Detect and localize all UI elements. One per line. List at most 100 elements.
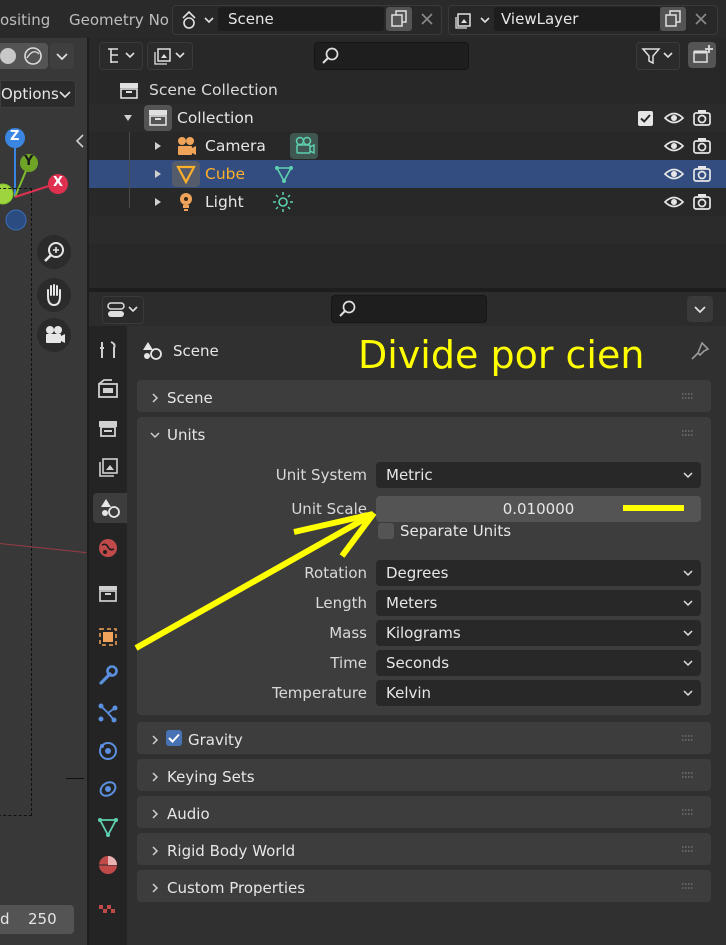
camera-data-button[interactable]	[290, 133, 318, 159]
tab-constraints[interactable]	[93, 774, 123, 804]
panel-keying-sets[interactable]: Keying Sets	[137, 759, 711, 791]
tab-render[interactable]	[93, 374, 123, 404]
drag-handle-icon[interactable]	[681, 844, 695, 854]
outliner-row-light[interactable]: Light	[89, 188, 726, 216]
scene-icon	[143, 342, 162, 360]
filter-view-layer-dropdown[interactable]	[147, 42, 193, 70]
panel-title: Scene	[167, 389, 213, 407]
drag-handle-icon[interactable]	[681, 770, 695, 780]
temperature-dropdown[interactable]: Kelvin	[376, 680, 701, 706]
drag-handle-icon[interactable]	[681, 807, 695, 817]
render-camera-icon[interactable]	[692, 137, 712, 155]
shading-options-button[interactable]	[50, 43, 74, 69]
filter-dropdown[interactable]	[636, 42, 680, 70]
separate-units-checkbox[interactable]	[378, 523, 394, 539]
disclosure-closed-icon[interactable]	[153, 141, 163, 151]
drag-handle-icon[interactable]	[681, 428, 695, 438]
disclosure-closed-icon[interactable]	[153, 197, 163, 207]
mass-dropdown[interactable]: Kilograms	[376, 620, 701, 646]
render-camera-icon[interactable]	[692, 109, 712, 127]
tab-object[interactable]	[93, 622, 123, 652]
time-dropdown[interactable]: Seconds	[376, 650, 701, 676]
tab-output[interactable]	[93, 413, 123, 443]
options-dropdown[interactable]: Options	[0, 80, 76, 108]
eye-icon[interactable]	[663, 110, 685, 126]
tab-physics[interactable]	[93, 736, 123, 766]
pin-icon[interactable]	[689, 340, 711, 362]
length-dropdown[interactable]: Meters	[376, 590, 701, 616]
properties-options-button[interactable]	[687, 296, 713, 322]
end-frame-field[interactable]: d 250	[0, 905, 74, 934]
tab-scene[interactable]	[93, 493, 127, 523]
chevron-down-icon[interactable]	[150, 430, 160, 440]
display-mode-dropdown[interactable]	[99, 42, 143, 70]
mesh-data-icon[interactable]	[273, 163, 295, 185]
pan-button[interactable]	[37, 278, 71, 312]
eye-icon[interactable]	[663, 166, 685, 182]
texture-icon	[99, 905, 115, 913]
panel-rigid-body-world[interactable]: Rigid Body World	[137, 833, 711, 865]
gravity-checkbox[interactable]	[166, 730, 182, 746]
tab-collection[interactable]	[93, 578, 123, 608]
drag-handle-icon[interactable]	[681, 391, 695, 401]
tab-texture[interactable]	[93, 888, 123, 918]
outliner-row-scene-collection[interactable]: Scene Collection	[89, 76, 726, 104]
disclosure-closed-icon[interactable]	[153, 169, 163, 179]
viewlayer-name-field[interactable]: ViewLayer	[494, 7, 660, 31]
rotation-dropdown[interactable]: Degrees	[376, 560, 701, 586]
disclosure-open-icon[interactable]	[123, 113, 133, 123]
tab-modifiers[interactable]	[93, 660, 123, 690]
new-viewlayer-button[interactable]	[660, 7, 686, 31]
unit-scale-field[interactable]: 0.010000	[376, 496, 701, 522]
eye-icon[interactable]	[663, 194, 685, 210]
render-camera-icon[interactable]	[692, 165, 712, 183]
tab-particles[interactable]	[93, 698, 123, 728]
editor-type-dropdown[interactable]	[102, 296, 144, 324]
properties-search-input[interactable]	[331, 295, 487, 323]
delete-viewlayer-button[interactable]	[689, 7, 713, 31]
drag-handle-icon[interactable]	[681, 881, 695, 891]
tab-material[interactable]	[93, 850, 123, 880]
3d-viewport[interactable]: Options Z Y X d 250	[0, 38, 87, 945]
tab-geometry-nodes[interactable]: Geometry No	[69, 11, 169, 29]
tab-compositing[interactable]: ositing	[0, 11, 50, 29]
panel-gravity[interactable]: Gravity	[137, 722, 711, 754]
separate-units-label[interactable]: Separate Units	[400, 522, 511, 540]
panel-custom-properties[interactable]: Custom Properties	[137, 870, 711, 902]
zoom-icon	[44, 242, 64, 262]
panel-scene[interactable]: Scene	[137, 380, 711, 412]
panel-audio[interactable]: Audio	[137, 796, 711, 828]
scene-name-field[interactable]: Scene	[218, 7, 384, 31]
tab-world[interactable]	[93, 533, 123, 563]
properties-icon	[107, 302, 138, 317]
outliner-item-label: Camera	[205, 137, 266, 155]
delete-scene-button[interactable]	[415, 7, 439, 31]
shading-mode-buttons[interactable]	[0, 43, 48, 69]
outliner-row-camera[interactable]: Camera	[89, 132, 726, 160]
unit-system-dropdown[interactable]: Metric	[376, 462, 701, 488]
tab-tool[interactable]	[93, 335, 123, 365]
zoom-button[interactable]	[37, 235, 71, 269]
new-scene-button[interactable]	[386, 7, 412, 31]
viewlayer-selector[interactable]: ViewLayer	[448, 5, 718, 35]
eye-icon[interactable]	[663, 138, 685, 154]
gizmo-x-label: X	[53, 175, 64, 190]
panel-title[interactable]: Units	[167, 426, 205, 444]
mass-label: Mass	[329, 624, 367, 642]
tab-data[interactable]	[93, 812, 123, 842]
light-data-icon[interactable]	[272, 191, 294, 213]
camera-view-button[interactable]	[37, 318, 71, 352]
outliner-row-cube[interactable]: Cube	[89, 160, 726, 188]
outliner-row-collection[interactable]: Collection	[89, 104, 726, 132]
tab-view-layer[interactable]	[93, 453, 123, 483]
render-camera-icon[interactable]	[692, 193, 712, 211]
new-collection-button[interactable]	[688, 42, 716, 68]
exclude-checkbox[interactable]	[638, 111, 653, 126]
temperature-label: Temperature	[271, 684, 367, 702]
unit-system-value: Metric	[386, 466, 433, 484]
viewlayer-browse-button[interactable]	[453, 9, 493, 31]
outliner-search-input[interactable]	[314, 42, 469, 70]
scene-selector[interactable]: Scene	[172, 5, 442, 35]
drag-handle-icon[interactable]	[681, 733, 695, 743]
scene-browse-button[interactable]	[177, 9, 217, 31]
